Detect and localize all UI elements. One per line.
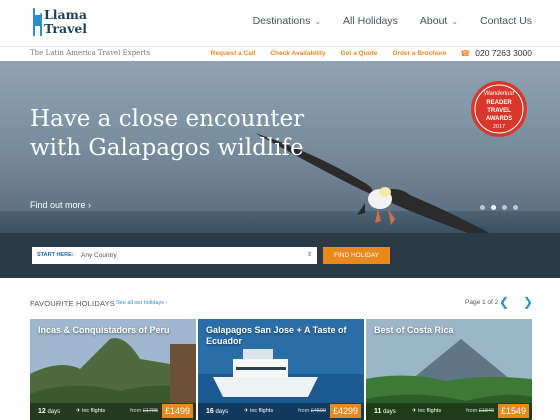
site-header: Llama Travel Destinations ⌄ All Holidays… xyxy=(0,0,560,46)
card-days-label: days xyxy=(47,409,61,415)
card-price: £4299 xyxy=(329,404,361,418)
card-footer: 11 days ✈ inc flights from £1849 £1549 xyxy=(366,403,532,420)
tagline: The Latin America Travel Experts xyxy=(30,49,151,57)
card-flights: ✈ inc flights xyxy=(76,408,105,414)
country-select-value: Any Country xyxy=(81,252,117,259)
card-flights: ✈ inc flights xyxy=(412,408,441,414)
card-from-label: from xyxy=(466,408,478,414)
card-flights: ✈ inc flights xyxy=(244,408,273,414)
nav-about[interactable]: About ⌄ xyxy=(420,15,458,27)
card-days-num: 12 xyxy=(38,408,46,415)
plane-icon: ✈ xyxy=(244,408,249,414)
award-line-2: READER xyxy=(486,100,512,106)
request-call-link[interactable]: Request a Call xyxy=(211,50,256,57)
phone-number[interactable]: ☎ 020 7263 3000 xyxy=(460,48,532,58)
updown-arrow-icon: ⇕ xyxy=(306,252,312,258)
hero-banner: Have a close encounter with Galapagos wi… xyxy=(0,61,560,233)
card-from-label: from xyxy=(298,408,310,414)
prev-arrow-icon[interactable]: ❮ xyxy=(499,295,509,309)
slide-dot-1[interactable] xyxy=(480,205,485,210)
holiday-card-galapagos[interactable]: Galapagos San Jose + A Taste of Ecuador … xyxy=(198,319,364,420)
nav-all-holidays-label: All Holidays xyxy=(343,15,398,27)
start-here-label: START HERE: xyxy=(32,247,80,264)
get-quote-link[interactable]: Get a Quote xyxy=(341,50,378,57)
chevron-right-icon: › xyxy=(165,300,168,306)
plane-icon: ✈ xyxy=(76,408,81,414)
country-select[interactable]: Any Country ⇕ xyxy=(75,247,317,264)
favourite-holidays-heading: FAVOURITE HOLIDAYS xyxy=(30,299,116,308)
card-from-label: from xyxy=(130,408,142,414)
award-line-4: AWARDS xyxy=(486,116,512,122)
card-from: from £1849 xyxy=(466,408,494,414)
card-days-label: days xyxy=(383,409,396,415)
check-availability-link[interactable]: Check Availability xyxy=(270,50,325,57)
search-band: START HERE: Any Country ⇕ FIND HOLIDAY xyxy=(0,233,560,278)
card-title: Galapagos San Jose + A Taste of Ecuador xyxy=(206,325,347,346)
card-price: £1499 xyxy=(161,404,193,418)
card-from: from £1795 xyxy=(130,408,158,414)
card-flights-label: inc flights xyxy=(250,408,274,414)
chevron-down-icon: ⌄ xyxy=(451,16,459,26)
logo-line-2: Travel xyxy=(44,21,88,36)
next-arrow-icon[interactable]: ❯ xyxy=(523,295,533,309)
nav-all-holidays[interactable]: All Holidays xyxy=(343,15,398,27)
hero-title: Have a close encounter with Galapagos wi… xyxy=(30,106,305,161)
card-days-num: 16 xyxy=(206,408,214,415)
card-days: 11 days xyxy=(374,408,396,415)
phone-icon: ☎ xyxy=(460,48,471,58)
holiday-card-peru[interactable]: Incas & Conquistadors of Peru 12 days ✈ … xyxy=(30,319,196,420)
card-days-label: days xyxy=(215,409,229,415)
slide-dot-2[interactable] xyxy=(491,205,496,210)
page-info: Page 1 of 2 xyxy=(465,299,499,306)
card-flights-label: inc flights xyxy=(418,408,442,414)
card-from: from £4599 xyxy=(298,408,326,414)
chevron-right-icon: › xyxy=(88,200,92,210)
card-old-price: £1849 xyxy=(478,408,494,414)
top-links: Request a Call Check Availability Get a … xyxy=(196,48,532,58)
card-footer: 16 days ✈ inc flights from £4599 £4299 xyxy=(198,403,364,420)
slide-indicators xyxy=(480,205,524,210)
see-all-label: See all our holidays xyxy=(116,300,165,306)
card-days-num: 11 xyxy=(374,408,382,415)
plane-icon: ✈ xyxy=(412,408,417,414)
card-days: 12 days xyxy=(38,408,60,415)
main-nav: Destinations ⌄ All Holidays About ⌄ Cont… xyxy=(231,15,532,27)
slide-dot-4[interactable] xyxy=(513,205,518,210)
card-days: 16 days xyxy=(206,408,228,415)
card-title: Best of Costa Rica xyxy=(374,325,454,335)
find-out-more-link[interactable]: Find out more › xyxy=(30,200,91,210)
card-footer: 12 days ✈ inc flights from £1795 £1499 xyxy=(30,403,196,420)
logo-wordmark: Llama Travel xyxy=(44,8,87,36)
card-old-price: £4599 xyxy=(310,408,326,414)
award-line-5: 2017 xyxy=(493,124,505,130)
nav-contact-us[interactable]: Contact Us xyxy=(480,15,532,27)
chevron-down-icon: ⌄ xyxy=(314,16,322,26)
logo-line-1: Llama xyxy=(44,7,87,22)
nav-about-label: About xyxy=(419,15,448,27)
slide-dot-3[interactable] xyxy=(502,205,507,210)
order-brochure-link[interactable]: Order a Brochure xyxy=(392,50,446,57)
sub-bar: The Latin America Travel Experts Request… xyxy=(0,46,560,60)
llama-icon xyxy=(33,8,42,36)
award-line-1: Wanderlust xyxy=(484,91,515,97)
card-flights-label: inc flights xyxy=(82,408,106,414)
phone-number-text: 020 7263 3000 xyxy=(475,48,532,58)
nav-contact-us-label: Contact Us xyxy=(480,15,532,27)
holiday-card-costa-rica[interactable]: Best of Costa Rica 11 days ✈ inc flights… xyxy=(366,319,532,420)
see-all-holidays-link[interactable]: See all our holidays › xyxy=(116,300,167,306)
award-line-3: TRAVEL xyxy=(487,108,511,114)
card-price: £1549 xyxy=(497,404,529,418)
card-old-price: £1795 xyxy=(142,408,158,414)
find-holiday-button[interactable]: FIND HOLIDAY xyxy=(323,247,390,264)
nav-destinations[interactable]: Destinations ⌄ xyxy=(253,15,321,27)
find-out-more-label: Find out more xyxy=(30,200,86,210)
llama-travel-logo[interactable]: Llama Travel xyxy=(28,6,98,40)
wanderlust-award-badge: Wanderlust READER TRAVEL AWARDS 2017 xyxy=(471,81,527,137)
card-title: Incas & Conquistadors of Peru xyxy=(38,325,170,335)
nav-destinations-label: Destinations xyxy=(252,15,311,27)
